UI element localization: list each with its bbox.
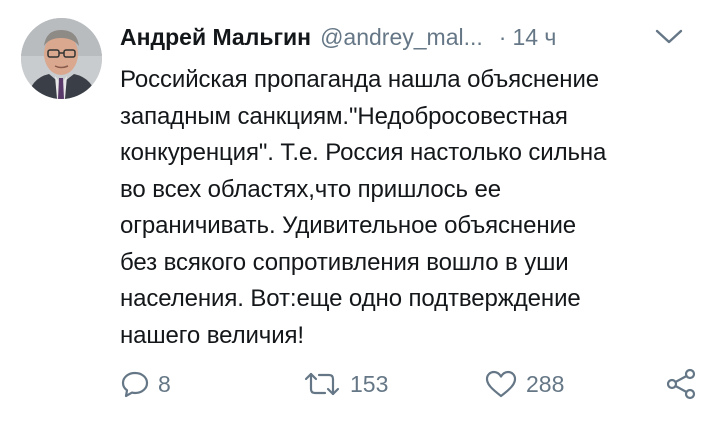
tweet-text: Российская пропаганда нашла объяснение з… [120, 66, 607, 349]
tweet-timestamp[interactable]: 14 ч [512, 24, 556, 51]
retweet-icon [304, 372, 340, 396]
tweet-card[interactable]: Андрей Мальгин @andrey_mal... · 14 ч Рос… [0, 0, 712, 435]
author-handle[interactable]: @andrey_mal... [320, 24, 483, 51]
separator-dot: · [498, 23, 507, 50]
reply-icon [121, 371, 149, 398]
chevron-down-icon[interactable] [654, 26, 684, 48]
tweet-actions: 8 153 288 [0, 364, 712, 404]
avatar[interactable] [21, 18, 102, 99]
like-button[interactable]: 288 [484, 364, 564, 404]
reply-button[interactable]: 8 [120, 364, 171, 404]
tweet-header: Андрей Мальгин @andrey_mal... · 14 ч [120, 20, 698, 54]
avatar-image [21, 18, 102, 99]
retweet-button[interactable]: 153 [302, 364, 388, 404]
heart-icon [485, 370, 517, 398]
share-icon [666, 368, 696, 400]
reply-count: 8 [158, 370, 171, 397]
like-count: 288 [526, 370, 565, 397]
share-button[interactable] [664, 364, 698, 404]
author-name[interactable]: Андрей Мальгин [120, 24, 311, 51]
retweet-count: 153 [350, 370, 389, 397]
